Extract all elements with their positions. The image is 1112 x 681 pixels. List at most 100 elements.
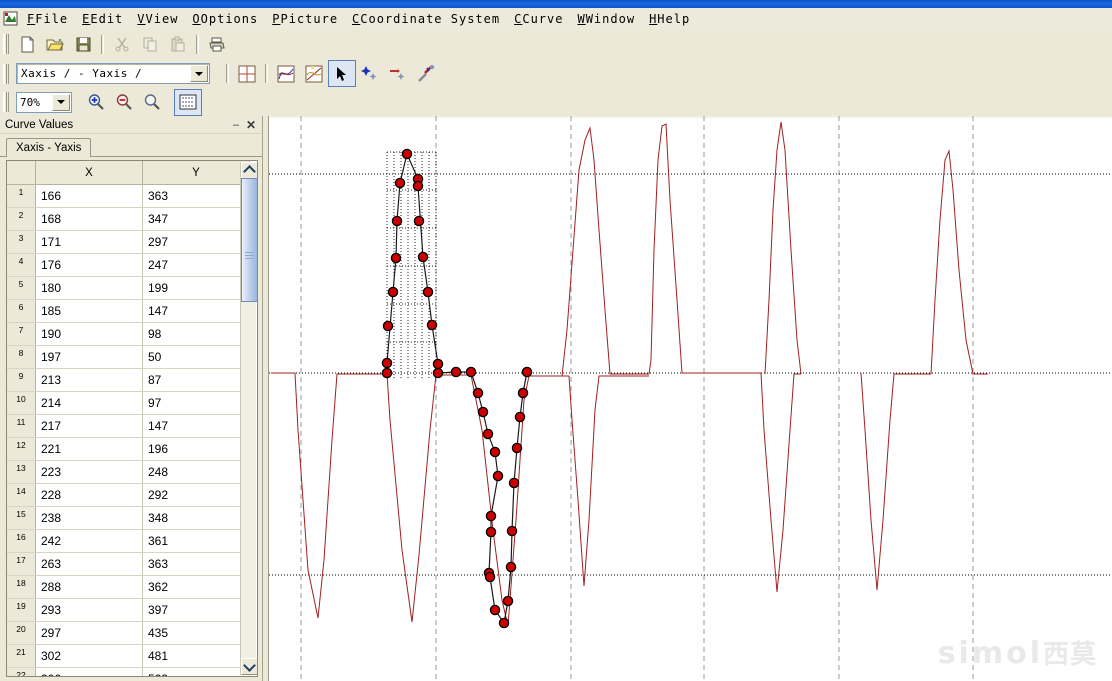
row-number[interactable]: 12 [7,437,36,461]
scroll-down-button[interactable] [241,658,257,675]
table-row[interactable]: 4 176 247 [7,253,250,277]
curve-point-19[interactable] [477,406,489,418]
curve-point-20[interactable] [482,428,494,440]
cell-x[interactable]: 293 [35,598,143,622]
menu-curve[interactable]: CCurve [507,10,570,28]
cell-x[interactable]: 217 [35,414,143,438]
cell-y[interactable]: 435 [142,621,250,645]
cell-y[interactable]: 98 [142,322,250,346]
chevron-down-icon-zoom[interactable] [52,93,70,111]
curve-point-1[interactable] [394,177,406,189]
cell-x[interactable]: 223 [35,460,143,484]
menu-view[interactable]: VView [130,10,185,28]
curve-point-26[interactable] [484,571,496,583]
curve-point-31[interactable] [506,525,518,537]
picture-canvas[interactable]: simol西莫 [268,116,1112,681]
curve-point-11[interactable] [426,319,438,331]
curve-plot[interactable] [269,116,1112,681]
table-row[interactable]: 22306523 [7,667,250,676]
row-number[interactable]: 1 [7,184,36,208]
row-number[interactable]: 16 [7,529,36,553]
row-number[interactable]: 5 [7,276,36,300]
menu-edit[interactable]: EEdit [75,10,130,28]
curve-point-17[interactable] [465,366,477,378]
open-file-button[interactable] [41,31,69,58]
zoom-out-button[interactable] [110,89,138,116]
curve-point-14[interactable] [381,367,393,379]
row-number[interactable]: 21 [7,644,36,668]
menu-coordinate-system[interactable]: CCoordinate System [345,10,507,28]
curve-point-5[interactable] [413,215,425,227]
row-number[interactable]: 17 [7,552,36,576]
curve-point-7[interactable] [417,251,429,263]
cell-x[interactable]: 166 [35,184,143,208]
toolbar-grip-3[interactable] [3,92,9,112]
cell-y[interactable]: 348 [142,506,250,530]
table-row[interactable]: 3 171 297 [7,230,250,254]
row-number[interactable]: 20 [7,621,36,645]
curve-point-34[interactable] [514,411,526,423]
curve-point-35[interactable] [517,387,529,399]
menu-options[interactable]: OOptions [185,10,265,28]
table-row[interactable]: 5 180 199 [7,276,250,300]
table-row[interactable]: 2 168 347 [7,207,250,231]
cell-y[interactable]: 199 [142,276,250,300]
row-number[interactable]: 10 [7,391,36,415]
curve-point-18[interactable] [472,387,484,399]
tab-xaxis-yaxis[interactable]: Xaxis - Yaxis [6,138,92,157]
menu-window[interactable]: WWindow [570,10,642,28]
toolbar-grip-2[interactable] [3,63,9,84]
axis-select[interactable]: Xaxis / - Yaxis / [16,63,210,84]
cell-x[interactable]: 197 [35,345,143,369]
table-row[interactable]: 18 288 362 [7,575,250,599]
cell-y[interactable]: 297 [142,230,250,254]
table-row[interactable]: 21 302 481 [7,644,250,668]
cell-y[interactable]: 50 [142,345,250,369]
cell-y[interactable]: 362 [142,575,250,599]
chevron-down-icon[interactable] [190,65,208,82]
table-row[interactable]: 13 223 248 [7,460,250,484]
row-number[interactable]: 11 [7,414,36,438]
cell-x[interactable]: 238 [35,506,143,530]
cell-x[interactable]: 306 [35,667,143,676]
cell-x[interactable]: 171 [35,230,143,254]
row-number[interactable]: 19 [7,598,36,622]
table-row[interactable]: 12 221 196 [7,437,250,461]
row-number[interactable]: 13 [7,460,36,484]
cell-y[interactable]: 347 [142,207,250,231]
curve-point-10[interactable] [382,320,394,332]
cell-y[interactable]: 196 [142,437,250,461]
curve-smooth-button[interactable] [272,60,300,87]
table-row[interactable]: 6 185 147 [7,299,250,323]
cell-x[interactable]: 221 [35,437,143,461]
curve-point-27[interactable] [489,604,501,616]
cell-x[interactable]: 214 [35,391,143,415]
print-button[interactable] [203,31,231,58]
add-point-button[interactable] [356,60,384,87]
table-row[interactable]: 17 263 363 [7,552,250,576]
toolbar-grip[interactable] [3,34,9,54]
table-row[interactable]: 14 228 292 [7,483,250,507]
table-row[interactable]: 9 213 87 [7,368,250,392]
curve-point-22[interactable] [492,470,504,482]
cell-y[interactable]: 523 [142,667,250,676]
curve-point-9[interactable] [422,286,434,298]
curve-point-33[interactable] [511,442,523,454]
zoom-in-button[interactable] [82,89,110,116]
row-number[interactable]: 4 [7,253,36,277]
toggle-grid-button[interactable] [174,88,202,116]
curve-point-21[interactable] [489,446,501,458]
cell-y[interactable]: 361 [142,529,250,553]
curve-point-36[interactable] [521,366,533,378]
cell-x[interactable]: 168 [35,207,143,231]
table-row[interactable]: 10 214 97 [7,391,250,415]
cell-y[interactable]: 363 [142,184,250,208]
scrollbar-thumb[interactable] [241,178,257,302]
curve-point-16[interactable] [450,366,462,378]
curve-point-28[interactable] [498,617,510,629]
row-number[interactable]: 6 [7,299,36,323]
row-number[interactable]: 18 [7,575,36,599]
scroll-up-button[interactable] [241,162,257,179]
cell-x[interactable]: 190 [35,322,143,346]
zoom-level-select[interactable]: 70% [16,91,72,113]
